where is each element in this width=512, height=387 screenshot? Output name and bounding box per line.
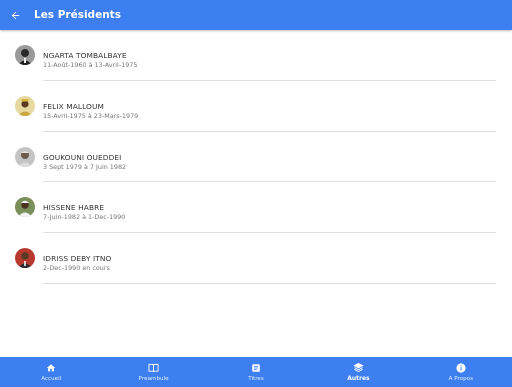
list-item[interactable]: FELIX MALLOUM 15-Avril-1975 à 23-Mars-19… bbox=[0, 81, 512, 132]
list-item[interactable]: HISSENE HABRE 7-Juin-1982 à 1-Dec-1990 bbox=[0, 182, 512, 234]
president-dates: 11-Août-1960 à 13-Avril-1975 bbox=[43, 61, 138, 69]
home-icon bbox=[46, 363, 56, 374]
nav-tab-accueil[interactable]: Accueil bbox=[0, 357, 102, 387]
bottom-navigation: Accueil Preambule Titres Autres A Propos bbox=[0, 357, 512, 387]
nav-tab-autres[interactable]: Autres bbox=[307, 357, 409, 387]
avatar bbox=[15, 146, 35, 167]
book-icon bbox=[148, 363, 159, 374]
list-item[interactable]: NGARTA TOMBALBAYE 11-Août-1960 à 13-Avri… bbox=[0, 30, 512, 81]
avatar bbox=[15, 95, 35, 116]
president-dates: 7-Juin-1982 à 1-Dec-1990 bbox=[43, 213, 126, 222]
app-bar: Les Présidents bbox=[0, 0, 512, 30]
nav-tab-label: Preambule bbox=[138, 375, 169, 382]
president-dates: 15-Avril-1975 à 23-Mars-1979 bbox=[43, 111, 139, 120]
president-name: HISSENE HABRE bbox=[43, 203, 105, 213]
nav-tab-a-propos[interactable]: A Propos bbox=[410, 357, 512, 387]
list-icon bbox=[251, 363, 261, 374]
president-dates: 3 Sept 1979 à 7 Juin 1982 bbox=[43, 162, 127, 171]
list-item[interactable]: GOUKOUNI OUEDDEI 3 Sept 1979 à 7 Juin 19… bbox=[0, 132, 512, 183]
president-name: FELIX MALLOUM bbox=[43, 101, 104, 111]
avatar bbox=[15, 197, 35, 218]
nav-tab-label: Accueil bbox=[41, 375, 62, 382]
nav-tab-titres[interactable]: Titres bbox=[205, 357, 307, 387]
info-icon bbox=[456, 363, 466, 374]
president-name: NGARTA TOMBALBAYE bbox=[43, 51, 127, 60]
president-name: IDRISS DEBY ITNO bbox=[43, 254, 112, 264]
nav-tab-preambule[interactable]: Preambule bbox=[102, 357, 204, 387]
page-title: Les Présidents bbox=[34, 9, 121, 21]
nav-tab-label: Autres bbox=[347, 375, 370, 382]
avatar bbox=[15, 248, 35, 269]
nav-tab-label: Titres bbox=[248, 375, 264, 382]
presidents-list: NGARTA TOMBALBAYE 11-Août-1960 à 13-Avri… bbox=[0, 30, 512, 284]
president-dates: 2-Dec-1990 en cours bbox=[43, 264, 110, 273]
list-item[interactable]: IDRISS DEBY ITNO 2-Dec-1990 en cours bbox=[0, 233, 512, 284]
layers-icon bbox=[353, 362, 364, 373]
divider bbox=[43, 282, 496, 284]
president-name: GOUKOUNI OUEDDEI bbox=[43, 152, 122, 162]
nav-tab-label: A Propos bbox=[448, 375, 474, 382]
arrow-back-icon[interactable] bbox=[8, 8, 22, 22]
avatar bbox=[15, 45, 35, 65]
